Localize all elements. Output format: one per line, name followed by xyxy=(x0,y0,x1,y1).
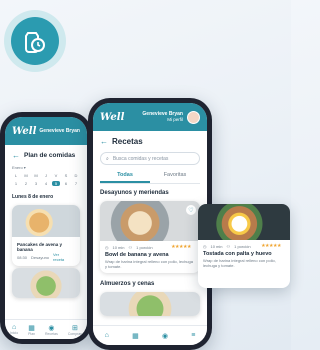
recipe-time: 10 min xyxy=(112,244,125,250)
meal-plan-screen: Well Genevieve Bryan ← Plan de comidas E… xyxy=(5,117,87,339)
day-row[interactable]: 1234567 xyxy=(12,181,80,186)
floating-recipe-card[interactable]: ◷ 10 min ⚇ 1 porción ★★★★★ Tostada con p… xyxy=(198,204,290,288)
salad-image xyxy=(12,268,80,298)
week-calendar: Enero ▾ LMMJVSD 1234567 xyxy=(5,163,87,188)
meal-label: Desayuno xyxy=(31,254,50,260)
bottom-nav: ⌂ Inicio ▦ Plan ◉ Recetas ⊞ Compras xyxy=(5,319,87,339)
recipe-icon: ◉ xyxy=(161,332,169,340)
recipes-topbar: Well Genevieve Bryan Mi perfil xyxy=(93,103,207,131)
recipes-screen: Well Genevieve Bryan Mi perfil ← Recetas… xyxy=(93,103,207,345)
recipe-card-2[interactable] xyxy=(100,292,200,316)
section-lunch: Almuerzos y cenas xyxy=(100,281,155,287)
clock-icon: ◷ xyxy=(203,243,207,249)
recipe-title: Tostada con palta y huevo xyxy=(203,251,272,257)
rating-stars: ★★★★★ xyxy=(261,243,281,249)
nav-recipes[interactable]: ◉ Recetas xyxy=(45,324,58,336)
recipe-card[interactable]: ♡ ◷ 10 min ⚇ 1 porción ★★★★★ Bowl de ban… xyxy=(100,201,200,273)
meal-card[interactable]: Pancakes de avena y banana 08:30 Desayun… xyxy=(12,205,80,266)
day-section-title: Lunes 8 de enero xyxy=(12,194,54,200)
nav-more[interactable]: ≡ xyxy=(191,332,195,339)
clock-icon: ◷ xyxy=(105,244,109,250)
home-icon: ⌂ xyxy=(104,332,109,339)
weekday-row: LMMJVSD xyxy=(14,173,78,178)
meal-card-2[interactable] xyxy=(12,268,80,298)
nav-home[interactable]: ⌂ xyxy=(105,332,109,339)
apple-timer-icon xyxy=(25,32,45,53)
selected-day: 5 xyxy=(52,181,60,186)
recipe-description: Wrap de harina integral relleno con poll… xyxy=(105,259,193,269)
toast-image xyxy=(198,204,290,240)
nav-plan[interactable]: ▦ Plan xyxy=(28,324,35,336)
meal-title: Pancakes de avena y banana xyxy=(17,242,63,252)
avatar[interactable] xyxy=(187,110,200,124)
recipe-tabs: Todas Favoritas xyxy=(100,169,200,184)
salad-image xyxy=(100,292,200,316)
recipe-icon: ◉ xyxy=(48,324,55,332)
bottom-nav: ⌂ ▦ ◉ ≡ xyxy=(93,325,207,345)
nav-shop[interactable]: ⊞ Compras xyxy=(68,324,82,336)
calendar-icon: ▦ xyxy=(28,324,35,332)
pancakes-image xyxy=(12,205,80,237)
bowl-image: ♡ xyxy=(100,201,200,241)
menu-icon: ≡ xyxy=(191,332,196,339)
search-icon: ⌕ xyxy=(106,155,109,162)
tab-all[interactable]: Todas xyxy=(100,169,150,183)
view-recipe-link[interactable]: Ver receta xyxy=(53,252,71,262)
app-icon-badge xyxy=(4,10,66,72)
cart-icon: ⊞ xyxy=(71,324,78,332)
heart-icon[interactable]: ♡ xyxy=(186,205,196,215)
recipe-title: Bowl de banana y avena xyxy=(105,252,169,258)
section-breakfast: Desayunos y meriendas xyxy=(100,190,169,196)
calendar-icon: ▦ xyxy=(132,332,139,340)
meal-plan-phone: Well Genevieve Bryan ← Plan de comidas E… xyxy=(0,112,92,344)
user-subtitle: Mi perfil xyxy=(167,117,183,122)
page-title: ← Recetas xyxy=(100,137,143,146)
search-input[interactable]: ⌕ Busca comidas y recetas xyxy=(100,152,200,165)
user-name: Genevieve Bryan xyxy=(39,127,80,134)
nav-home[interactable]: ⌂ Inicio xyxy=(10,324,18,335)
tab-favorites[interactable]: Favoritas xyxy=(150,169,200,183)
app-logo: Well xyxy=(12,125,37,137)
recipe-portions: 1 porción xyxy=(136,244,153,250)
back-arrow-icon[interactable]: ← xyxy=(100,137,108,146)
app-logo: Well xyxy=(100,111,125,123)
month-selector[interactable]: Enero ▾ xyxy=(12,165,80,170)
home-icon: ⌂ xyxy=(11,324,17,331)
rating-stars: ★★★★★ xyxy=(171,244,191,250)
app-icon xyxy=(11,17,59,65)
recipe-description: Wrap de harina integral relleno con poll… xyxy=(203,258,276,268)
nav-recipes[interactable]: ◉ xyxy=(162,332,168,340)
recipe-portions: 1 porción xyxy=(234,243,251,249)
portion-icon: ⚇ xyxy=(128,244,133,250)
page-title: ← Plan de comidas xyxy=(12,151,76,160)
back-arrow-icon[interactable]: ← xyxy=(12,151,20,160)
meal-time: 08:30 xyxy=(17,254,28,260)
meal-plan-topbar: Well Genevieve Bryan xyxy=(5,117,87,145)
nav-plan[interactable]: ▦ xyxy=(132,332,139,340)
portion-icon: ⚇ xyxy=(226,243,231,249)
recipe-time: 10 min xyxy=(210,243,223,249)
recipes-phone: Well Genevieve Bryan Mi perfil ← Recetas… xyxy=(88,98,212,350)
